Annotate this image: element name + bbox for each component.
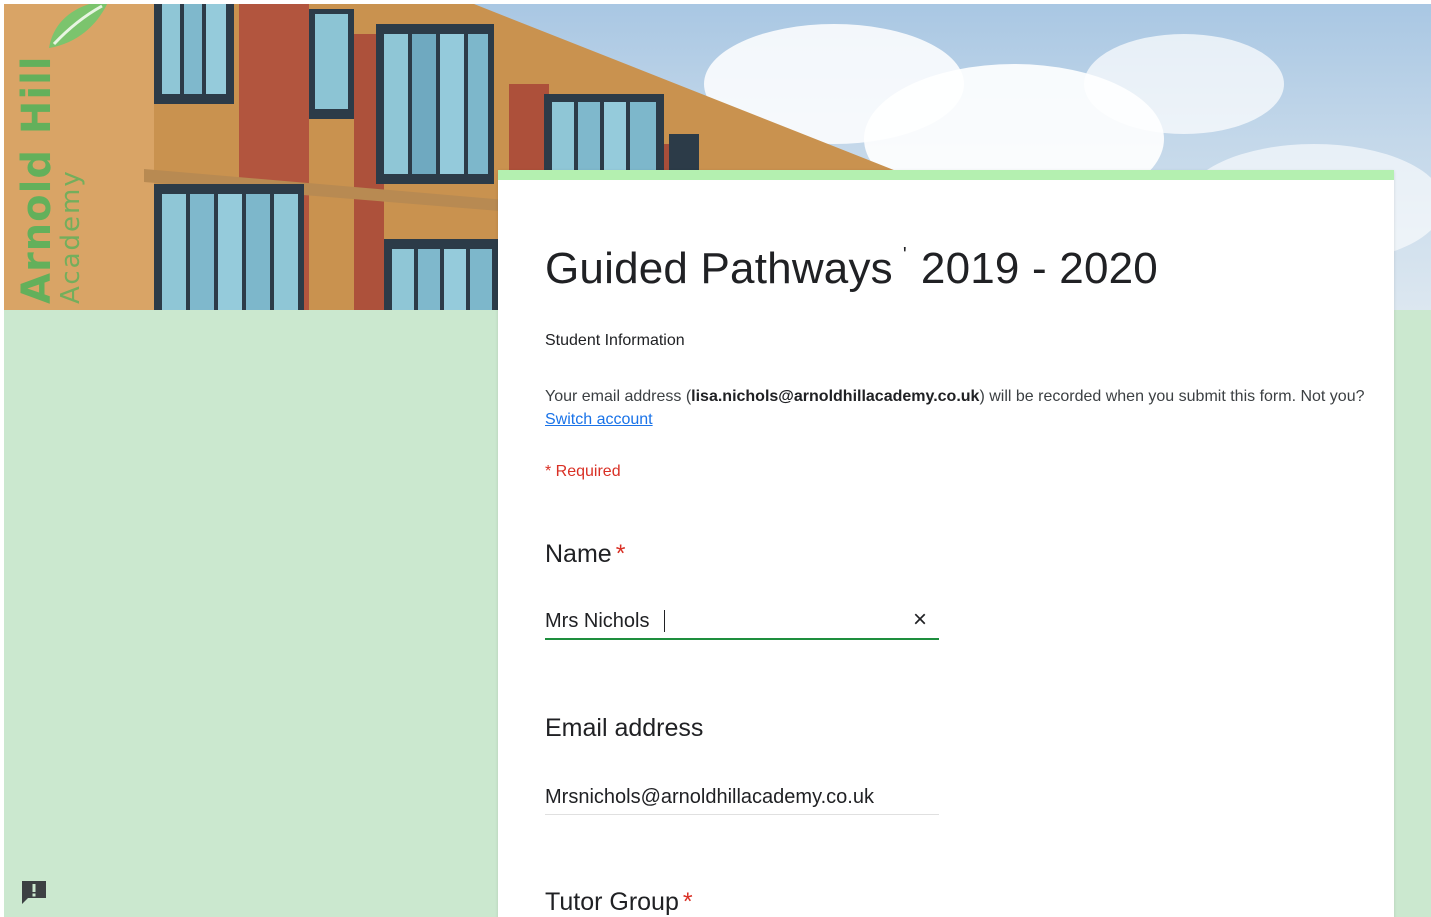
academy-logo-text: Arnold Hill Academy	[14, 55, 86, 304]
required-note: * Required	[545, 463, 621, 480]
signed-in-email: lisa.nichols@arnoldhillacademy.co.uk	[691, 388, 980, 405]
academy-leaf-logo	[49, 4, 108, 48]
name-input[interactable]	[545, 604, 895, 638]
required-star: *	[682, 888, 693, 916]
form-description: Student Information	[545, 332, 685, 349]
email-notice-prefix: Your email address (	[545, 388, 692, 405]
email-notice-suffix: ) will be recorded when you submit this …	[979, 388, 1365, 405]
email-input[interactable]	[545, 780, 939, 814]
name-field: ×	[545, 604, 939, 640]
required-star: *	[615, 540, 626, 568]
text-cursor	[664, 610, 665, 632]
cloud-shape	[1084, 34, 1284, 134]
title-tick-mark: '	[902, 244, 907, 266]
form-title: Guided Pathways ' 2019 - 2020	[545, 244, 1158, 294]
page-frame: Arnold Hill Academy Guided Pathways ' 2019…	[4, 4, 1431, 917]
switch-account-link[interactable]: Switch account	[545, 411, 653, 428]
close-icon[interactable]: ×	[905, 604, 935, 636]
email-label-text: Email address	[545, 714, 704, 742]
logo-line-2: Academy	[56, 169, 86, 304]
name-label-text: Name	[545, 540, 612, 568]
name-question-label: Name *	[545, 540, 625, 569]
form-card: Guided Pathways ' 2019 - 2020 Student Info…	[498, 170, 1394, 917]
logo-line-1: Arnold Hill	[14, 55, 60, 304]
feedback-icon[interactable]	[20, 879, 48, 905]
email-recording-notice: Your email address (lisa.nichols@arnoldh…	[545, 385, 1365, 431]
form-title-part-1: Guided Pathways	[545, 244, 893, 293]
email-field	[545, 780, 939, 815]
tutor-group-label-text: Tutor Group	[545, 888, 679, 916]
email-question-label: Email address	[545, 714, 703, 743]
form-title-part-2: 2019 - 2020	[920, 244, 1158, 293]
tutor-group-question-label: Tutor Group *	[545, 888, 693, 917]
